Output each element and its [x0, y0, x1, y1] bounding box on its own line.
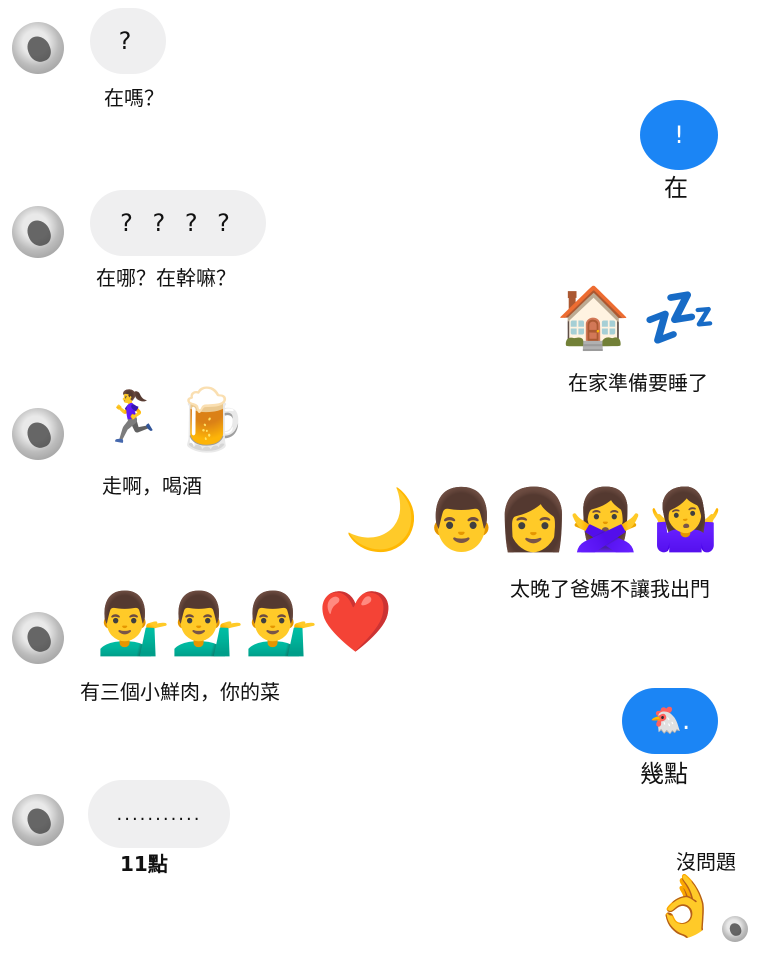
message-caption: 在哪？在幹嘛？	[96, 266, 236, 290]
contact-avatar[interactable]	[12, 408, 64, 460]
red-heart-icon: ❤️	[318, 587, 393, 657]
message-caption: 太晚了爸媽不讓我出門	[510, 577, 710, 601]
incoming-bubble[interactable]: ? ? ? ?	[90, 190, 266, 256]
woman-gesturing-no-icon: 🙅‍♀️	[568, 485, 643, 555]
outgoing-bubble[interactable]: 🐔.	[622, 688, 718, 754]
outgoing-bubble[interactable]: !	[640, 100, 718, 170]
woman-shrugging-icon: 🤷‍♀️	[648, 485, 723, 555]
man-tipping-hand-icon: 💁‍♂️	[170, 589, 245, 659]
woman-icon: 👩	[496, 485, 571, 555]
contact-avatar[interactable]	[12, 206, 64, 258]
message-caption: 在	[664, 174, 688, 202]
read-receipt-avatar	[722, 916, 748, 942]
message-caption: 走啊，喝酒	[102, 474, 202, 498]
message-caption: 有三個小鮮肉，你的菜	[80, 680, 280, 704]
bubble-text: ...........	[116, 803, 202, 825]
running-woman-icon: 🏃‍♀️	[100, 388, 163, 446]
bubble-text: !	[674, 121, 684, 149]
crescent-moon-icon: 🌙	[344, 485, 419, 555]
sleeping-zzz-icon: 💤	[642, 283, 717, 353]
message-caption: 11點	[120, 852, 168, 876]
incoming-bubble[interactable]: ?	[90, 8, 166, 74]
message-caption: 在家準備要睡了	[568, 371, 708, 395]
incoming-bubble[interactable]: ...........	[88, 780, 230, 848]
message-caption: 在嗎？	[104, 86, 164, 110]
ok-hand-icon: 👌	[648, 871, 723, 941]
bubble-text: ?	[118, 27, 138, 55]
man-icon: 👨	[424, 485, 499, 555]
contact-avatar[interactable]	[12, 794, 64, 846]
contact-avatar[interactable]	[12, 612, 64, 664]
man-tipping-hand-icon: 💁‍♂️	[244, 589, 319, 659]
bubble-text: ? ? ? ?	[120, 209, 236, 237]
man-tipping-hand-icon: 💁‍♂️	[96, 589, 171, 659]
message-caption: 幾點	[640, 760, 688, 788]
contact-avatar[interactable]	[12, 22, 64, 74]
beer-mug-icon: 🍺	[172, 385, 247, 455]
bubble-text: 🐔.	[649, 706, 691, 736]
house-icon: 🏠	[556, 283, 631, 353]
